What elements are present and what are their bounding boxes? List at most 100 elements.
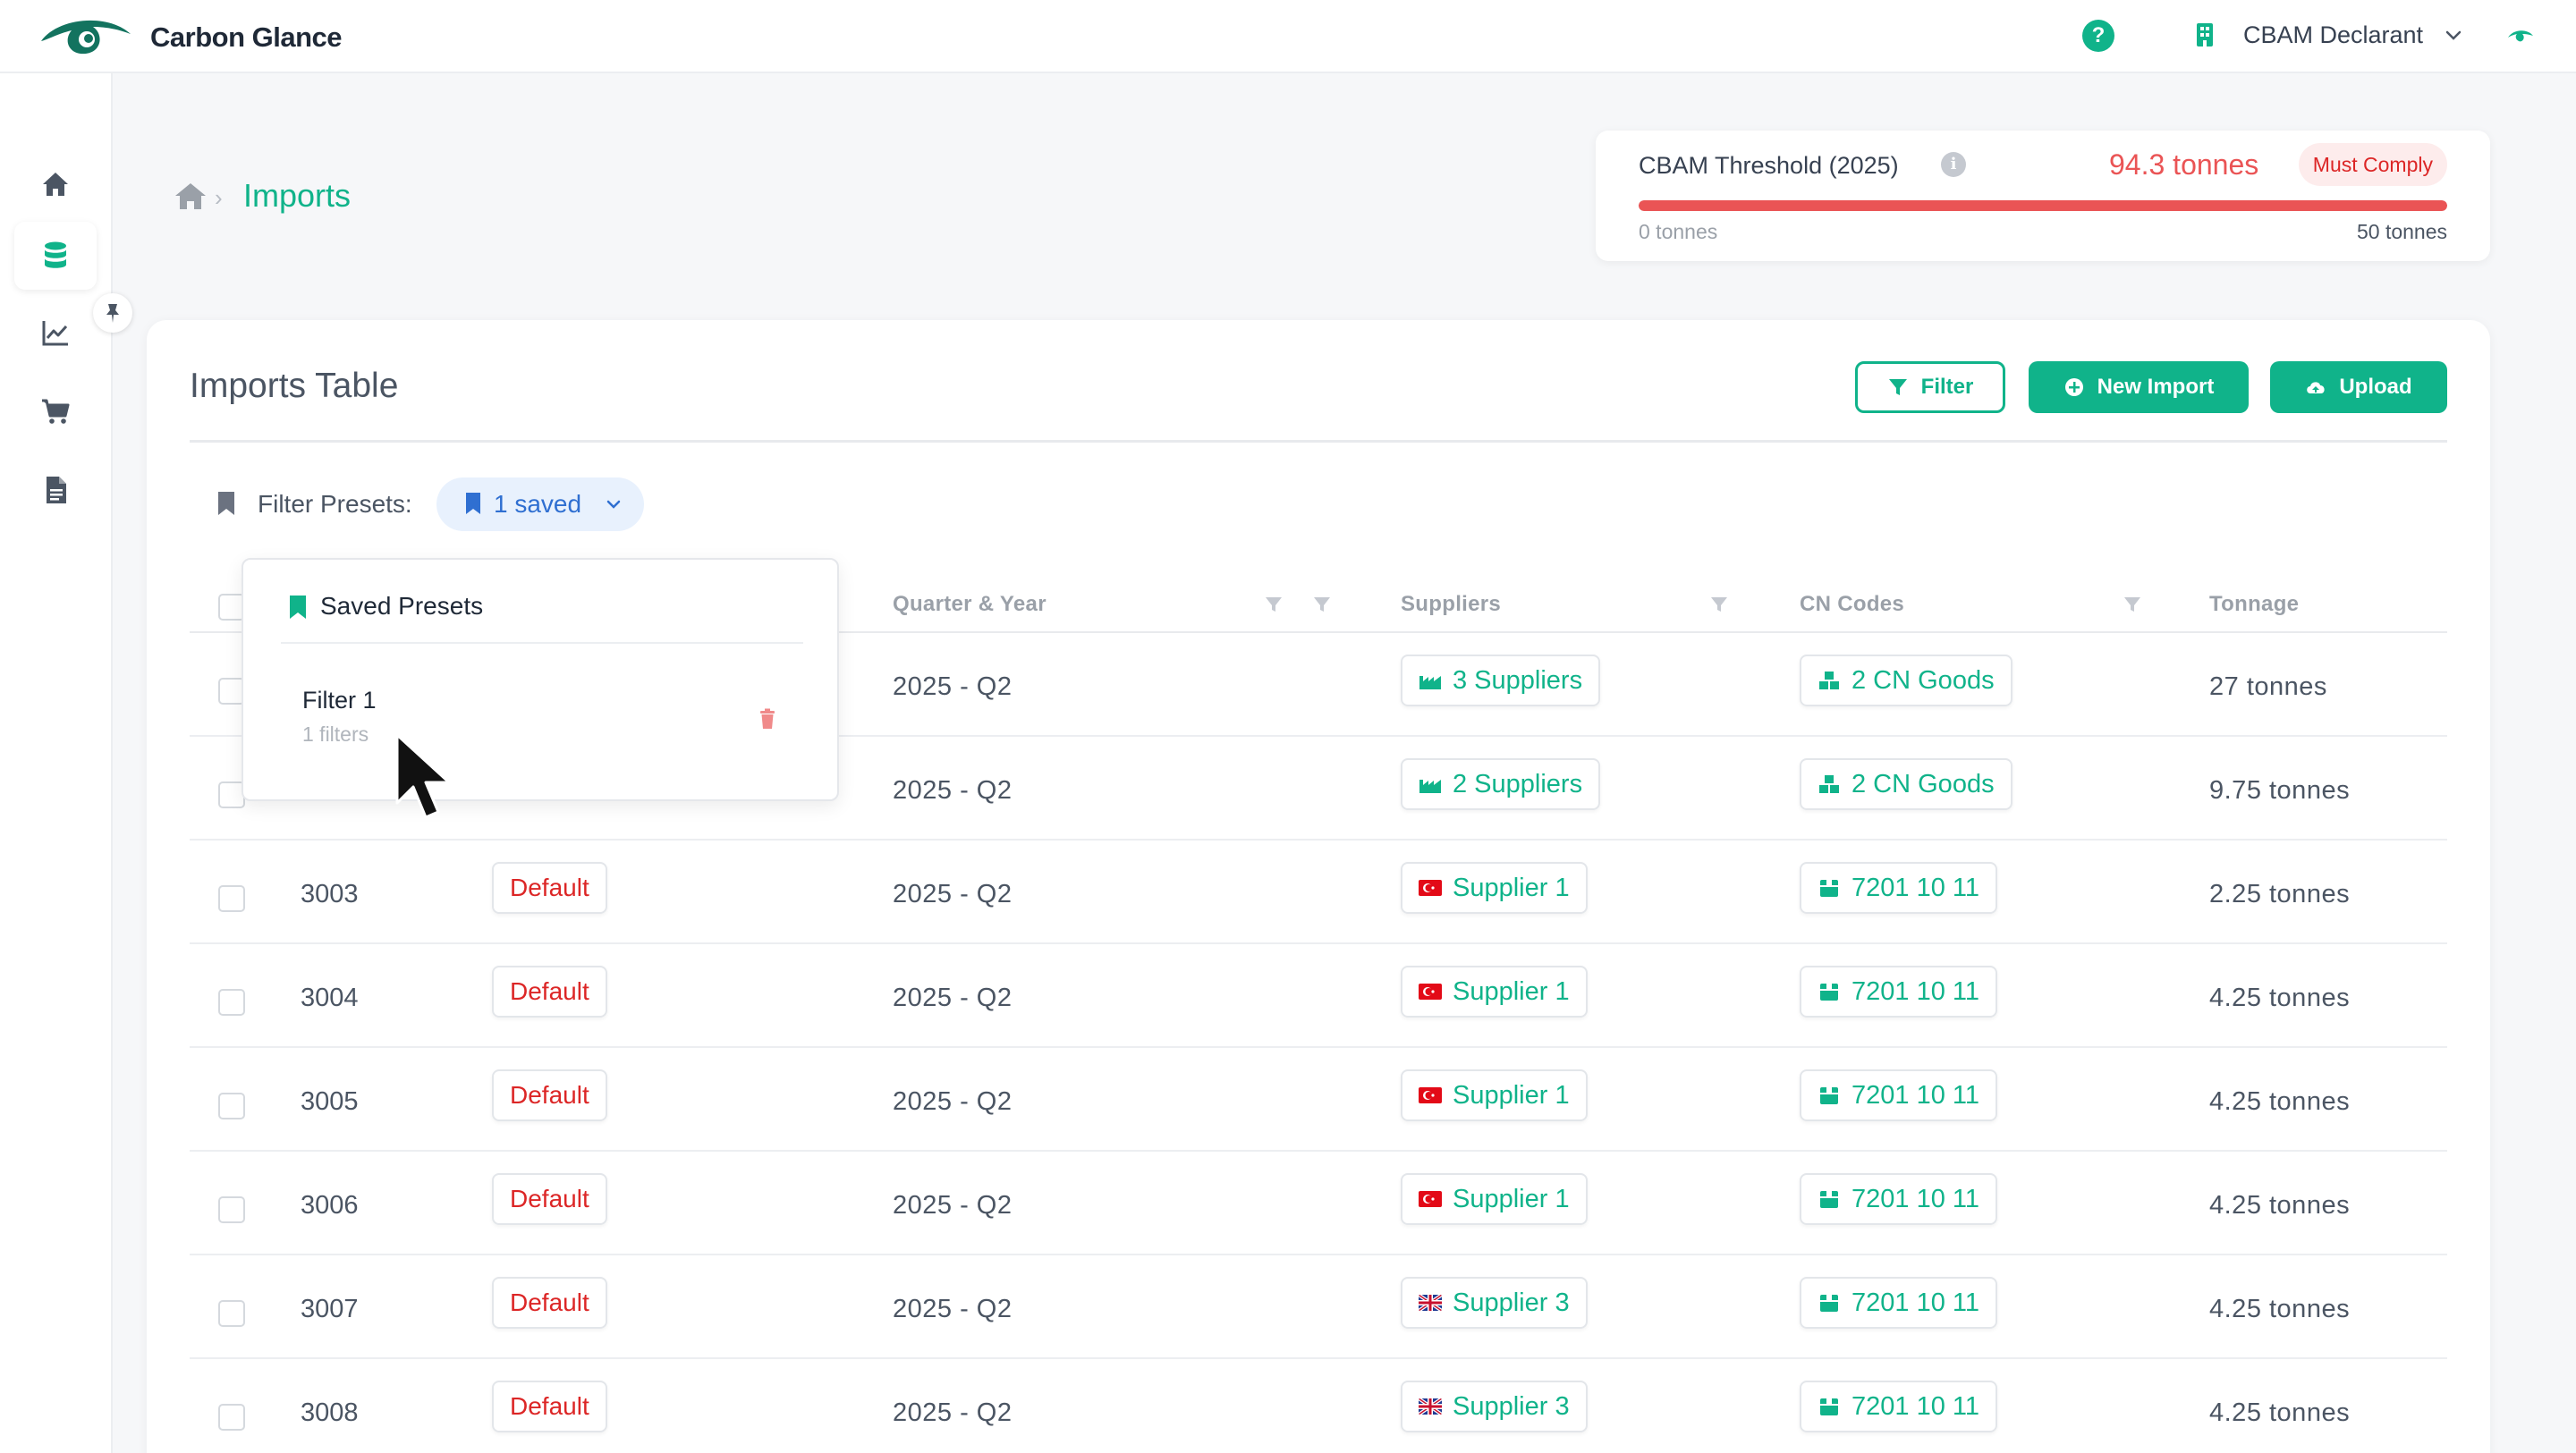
status-badge[interactable]: Default [492,862,607,914]
column-header-cn-codes[interactable]: CN Codes [1800,592,1904,617]
row-tonnage: 4.25 tonnes [2209,984,2351,1012]
status-badge[interactable]: Default [492,1173,607,1225]
table-row[interactable]: 3005 Default 2025 - Q2 Supplier 1 7201 1… [190,1048,2447,1152]
row-checkbox[interactable] [218,1300,245,1327]
pin-sidebar-button[interactable] [93,293,132,333]
suppliers-tag[interactable]: Supplier 1 [1401,1069,1588,1121]
cn-codes-tag[interactable]: 7201 10 11 [1800,1381,1997,1432]
status-badge[interactable]: Default [492,1381,607,1432]
sidebar-item-reports[interactable] [14,456,97,524]
factory-icon [1419,676,1441,689]
sidebar-item-purchases[interactable] [14,377,97,445]
suppliers-tag[interactable]: Supplier 1 [1401,862,1588,914]
cn-codes-tag[interactable]: 7201 10 11 [1800,966,1997,1018]
cloud-upload-icon [2307,382,2325,393]
suppliers-tag[interactable]: Supplier 3 [1401,1277,1588,1329]
column-header-quarter[interactable]: Quarter & Year [893,592,1046,617]
uk-flag-icon [1419,1398,1442,1415]
chevron-down-icon[interactable] [2444,25,2463,45]
threshold-min-label: 0 tonnes [1639,220,1718,243]
filter-presets-dropdown[interactable]: 1 saved [436,477,644,531]
cn-codes-tag[interactable]: 7201 10 11 [1800,1173,1997,1225]
row-quarter: 2025 - Q2 [893,1398,1013,1427]
row-checkbox[interactable] [218,1404,245,1431]
cn-codes-tag[interactable]: 7201 10 11 [1800,1277,1997,1329]
top-bar: Carbon Glance ? CBAM Declarant [0,0,2576,73]
column-filter-icon[interactable] [1265,596,1283,613]
row-quarter: 2025 - Q2 [893,880,1013,908]
row-checkbox[interactable] [218,885,245,912]
row-quarter: 2025 - Q2 [893,1191,1013,1220]
eye-logo-icon[interactable] [2506,27,2535,45]
row-tonnage: 4.25 tonnes [2209,1191,2351,1220]
table-row[interactable]: 3004 Default 2025 - Q2 Supplier 1 7201 1… [190,944,2447,1048]
box-icon [1820,1398,1838,1415]
threshold-title: CBAM Threshold (2025) [1639,152,1899,179]
upload-button[interactable]: Upload [2270,361,2447,413]
cn-codes-tag[interactable]: 7201 10 11 [1800,1069,1997,1121]
row-checkbox[interactable] [218,1093,245,1119]
bookmark-icon [466,493,480,514]
column-filter-icon[interactable] [2123,596,2141,613]
upload-button-label: Upload [2339,375,2412,399]
sidebar-item-home[interactable] [14,150,97,218]
box-icon [1820,1295,1838,1312]
mouse-cursor-icon [395,733,451,819]
table-row[interactable]: 3003 Default 2025 - Q2 Supplier 1 7201 1… [190,841,2447,944]
row-quarter: 2025 - Q2 [893,1087,1013,1116]
column-filter-icon[interactable] [1313,596,1331,613]
breadcrumb-home-icon[interactable] [174,181,208,211]
table-row[interactable]: 3007 Default 2025 - Q2 Supplier 3 7201 1… [190,1255,2447,1359]
bookmark-icon [218,492,234,515]
new-import-button[interactable]: New Import [2029,361,2249,413]
row-id: 3007 [301,1295,359,1323]
cn-codes-tag-label: 7201 10 11 [1852,1081,1979,1110]
row-tonnage: 4.25 tonnes [2209,1295,2351,1323]
sidebar-item-imports[interactable] [14,222,97,290]
info-icon[interactable]: i [1941,152,1966,177]
row-checkbox[interactable] [218,989,245,1016]
column-header-tonnage[interactable]: Tonnage [2209,592,2299,617]
carbon-glance-logo[interactable] [38,14,134,61]
cn-codes-tag[interactable]: 7201 10 11 [1800,862,1997,914]
suppliers-tag[interactable]: 3 Suppliers [1401,655,1601,706]
new-import-button-label: New Import [2097,375,2215,399]
status-badge[interactable]: Default [492,1277,607,1329]
cbam-threshold-card: CBAM Threshold (2025) i 94.3 tonnes Must… [1596,131,2490,261]
cn-codes-tag[interactable]: 2 CN Goods [1800,655,2012,706]
suppliers-tag-label: Supplier 3 [1453,1288,1570,1317]
turkey-flag-icon [1419,1087,1442,1103]
turkey-flag-icon [1419,984,1442,1000]
must-comply-badge: Must Comply [2298,143,2447,186]
turkey-flag-icon [1419,880,1442,896]
database-icon [45,241,66,268]
saved-presets-dropdown: Saved Presets Filter 1 1 filters [242,558,839,801]
row-id: 3005 [301,1087,359,1116]
suppliers-tag[interactable]: 2 Suppliers [1401,758,1601,810]
column-filter-icon[interactable] [1710,596,1728,613]
cn-codes-tag[interactable]: 2 CN Goods [1800,758,2012,810]
row-tonnage: 4.25 tonnes [2209,1398,2351,1427]
trash-icon[interactable] [758,708,776,730]
help-icon[interactable]: ? [2082,20,2114,52]
table-row[interactable]: 3008 Default 2025 - Q2 Supplier 3 7201 1… [190,1359,2447,1453]
status-badge[interactable]: Default [492,1069,607,1121]
row-checkbox[interactable] [218,1196,245,1223]
suppliers-tag[interactable]: Supplier 1 [1401,966,1588,1018]
threshold-progress-bar [1639,200,2447,211]
sidebar-item-analytics[interactable] [14,299,97,367]
suppliers-tag[interactable]: Supplier 1 [1401,1173,1588,1225]
cn-codes-tag-label: 2 CN Goods [1852,770,1995,798]
filter-button[interactable]: Filter [1855,361,2005,413]
suppliers-tag-label: 3 Suppliers [1453,666,1583,695]
table-row[interactable]: 3006 Default 2025 - Q2 Supplier 1 7201 1… [190,1152,2447,1255]
sidebar [0,73,132,1453]
suppliers-tag-label: Supplier 1 [1453,1185,1570,1213]
column-header-suppliers[interactable]: Suppliers [1401,592,1501,617]
status-badge[interactable]: Default [492,966,607,1018]
uk-flag-icon [1419,1295,1442,1311]
suppliers-tag[interactable]: Supplier 3 [1401,1381,1588,1432]
account-name[interactable]: CBAM Declarant [2243,21,2423,49]
preset-item-name[interactable]: Filter 1 [302,687,377,714]
suppliers-tag-label: Supplier 1 [1453,874,1570,902]
